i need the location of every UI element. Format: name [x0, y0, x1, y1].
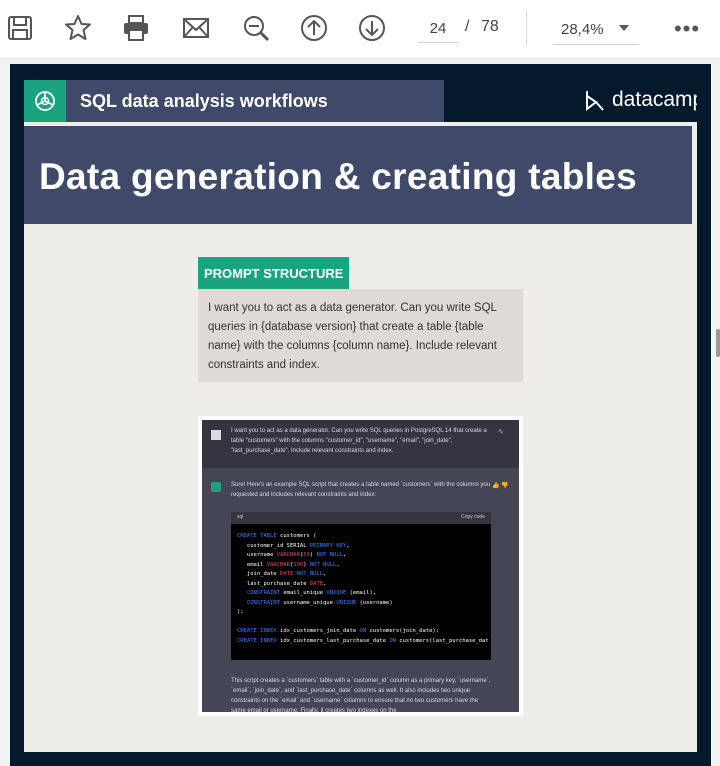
zoom-select[interactable]: 28,4%	[553, 14, 639, 45]
copy-code-button: Copy code	[461, 514, 485, 520]
save-icon[interactable]	[0, 8, 40, 48]
code-header: sql Copy code	[231, 512, 491, 524]
assistant-explanation: This script creates a `customers` table …	[231, 678, 491, 712]
star-icon[interactable]	[58, 8, 98, 48]
user-avatar	[211, 430, 221, 440]
slide-content: SQL data analysis workflows datacamp Dat…	[24, 80, 697, 752]
user-message: I want you to act as a data generator. C…	[231, 428, 487, 454]
openai-logo-icon	[24, 80, 66, 122]
page-total: 78	[481, 18, 499, 35]
user-message-row: I want you to act as a data generator. C…	[202, 420, 519, 468]
prompt-box: I want you to act as a data generator. C…	[198, 289, 523, 382]
prompt-text: I want you to act as a data generator. C…	[208, 302, 497, 371]
slide-page: SQL data analysis workflows datacamp Dat…	[10, 64, 711, 766]
chat-screenshot: I want you to act as a data generator. C…	[198, 416, 523, 716]
datacamp-logo-icon	[586, 91, 604, 112]
title-band: Data generation & creating tables	[24, 126, 692, 224]
pdf-toolbar: 24 / 78 28,4% •••	[0, 0, 720, 59]
scrollbar-thumb[interactable]	[716, 329, 720, 357]
mail-icon[interactable]	[176, 8, 216, 48]
brand-name: datacamp	[612, 88, 697, 111]
thumbs-icon: 👍 👎	[492, 483, 509, 489]
zoom-value: 28,4%	[561, 20, 604, 38]
assistant-avatar	[211, 482, 221, 492]
chat-panel: I want you to act as a data generator. C…	[202, 420, 519, 712]
chevron-down-icon	[619, 25, 629, 31]
zoom-out-icon[interactable]	[236, 8, 276, 48]
page-number-input[interactable]: 24	[418, 14, 458, 43]
assistant-intro: Sure! Here's an example SQL script that …	[231, 482, 491, 498]
toolbar-divider	[526, 10, 527, 46]
slide-title: Data generation & creating tables	[39, 156, 637, 197]
print-icon[interactable]	[116, 8, 156, 48]
course-title: SQL data analysis workflows	[80, 91, 328, 111]
arrow-up-icon[interactable]	[294, 8, 334, 48]
code-block: sql Copy code CREATE TABLE customers ( c…	[231, 512, 491, 660]
arrow-down-icon[interactable]	[352, 8, 392, 48]
edit-icon: ✎	[498, 429, 504, 436]
page-separator: /	[465, 18, 470, 35]
prompt-structure-label: PROMPT STRUCTURE	[198, 257, 350, 289]
code-text: CREATE TABLE customers ( customer_id SER…	[237, 533, 489, 644]
code-language: sql	[237, 514, 244, 520]
more-options-icon[interactable]: •••	[670, 12, 704, 46]
slide-header-bar: SQL data analysis workflows	[24, 80, 444, 122]
